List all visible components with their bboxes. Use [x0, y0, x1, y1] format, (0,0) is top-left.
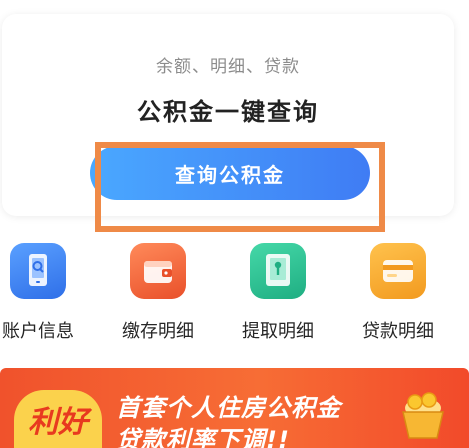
feature-label: 贷款明细: [362, 321, 434, 342]
card-subtitle: 余额、明细、贷款: [156, 57, 300, 77]
promo-banner[interactable]: 利好 首套个人住房公积金 贷款利率下调!!: [0, 368, 469, 448]
feature-account-info[interactable]: 账户信息: [0, 237, 86, 343]
coin-basket-icon: [395, 378, 451, 448]
feature-label: 提取明细: [242, 321, 314, 342]
promo-headline: 首套个人住房公积金: [116, 394, 341, 422]
document-withdraw-icon: [250, 243, 306, 299]
card-title: 公积金一键查询: [137, 98, 319, 126]
feature-label: 账户信息: [2, 321, 74, 342]
promo-badge-text: 利好: [28, 405, 88, 440]
card-icon: [370, 243, 426, 299]
feature-label: 缴存明细: [122, 321, 194, 342]
feature-loan-details[interactable]: 贷款明细: [350, 237, 446, 343]
feature-withdrawal-details[interactable]: 提取明细: [230, 237, 326, 343]
query-provident-fund-button[interactable]: 查询公积金: [90, 146, 370, 200]
promo-subheadline: 贷款利率下调!!: [116, 426, 290, 448]
feature-deposit-details[interactable]: 缴存明细: [110, 237, 206, 343]
feature-grid: 账户信息 缴存明细 提取明细 贷款明细: [0, 237, 469, 347]
phone-search-icon: [10, 243, 66, 299]
wallet-icon: [130, 243, 186, 299]
promo-badge: 利好: [14, 390, 102, 448]
provident-fund-query-card: 余额、明细、贷款 公积金一键查询 查询公积金: [2, 14, 454, 216]
